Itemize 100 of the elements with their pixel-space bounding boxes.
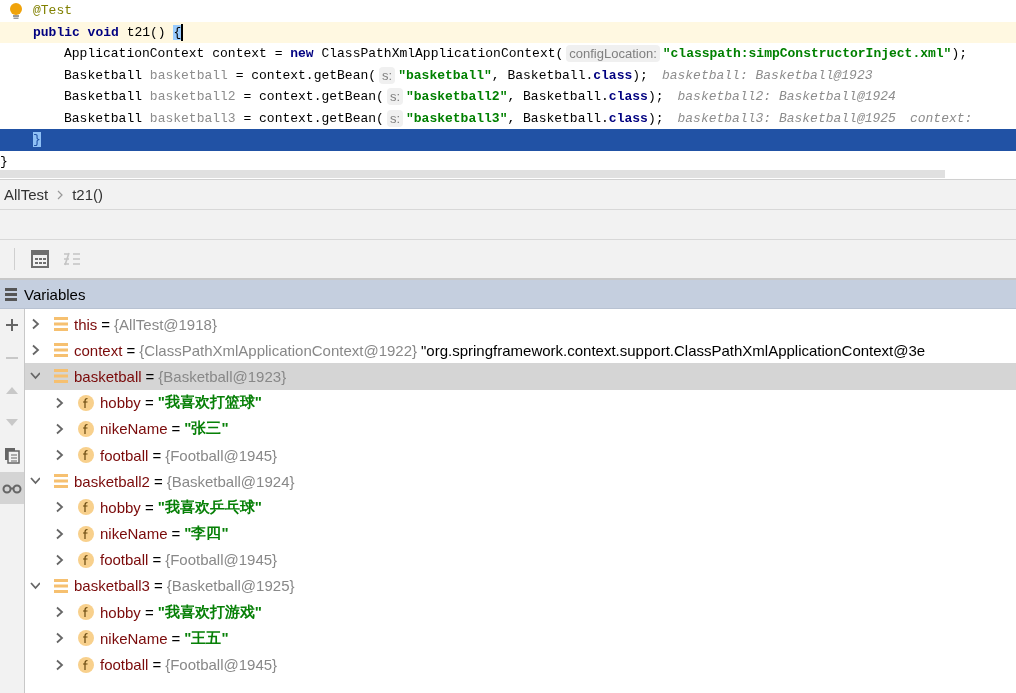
tree-row[interactable]: football = {Football@1945} [25, 441, 1016, 469]
tree-row[interactable]: hobby = "我喜欢打篮球" [25, 389, 1016, 416]
variable-icon [54, 342, 68, 359]
down-triangle-icon [5, 417, 19, 428]
tree-row[interactable]: hobby = "我喜欢打游戏" [25, 599, 1016, 626]
toolbar-button[interactable] [29, 248, 51, 270]
string-literal: "basketball3" [406, 110, 508, 126]
variable-name: this [74, 315, 98, 333]
object-value: {Football@1945} [165, 656, 278, 674]
field-icon [78, 551, 94, 568]
tree-row[interactable]: context = {ClassPathXmlApplicationContext@1922} "org.springframework.context.support.ClassPathXmlApplicationContext@3e [25, 337, 1016, 364]
object-value: {Basketball@1923} [158, 367, 287, 385]
side-tool-button[interactable] [0, 471, 24, 504]
collapsed-chevron-icon [54, 396, 64, 409]
code-text: ); [951, 46, 967, 62]
tree-row[interactable]: basketball3 = {Basketball@1925} [25, 572, 1016, 600]
equals-sign: = [171, 420, 181, 438]
object-value: {Football@1945} [165, 551, 278, 569]
calculator-icon [31, 250, 49, 268]
object-value: {Basketball@1924} [166, 472, 295, 490]
code-text: , Basketball. [507, 110, 609, 126]
variable-name: basketball2 [74, 472, 150, 490]
plus-icon [5, 318, 19, 333]
brace: } [33, 132, 41, 148]
collapsed-chevron-icon [54, 501, 64, 514]
equals-sign: = [153, 577, 163, 595]
string-literal: "basketball2" [406, 89, 508, 105]
object-value: {Basketball@1925} [166, 577, 295, 595]
variable-name: nikeName [100, 525, 168, 543]
tree-row[interactable]: football = {Football@1945} [25, 546, 1016, 573]
breadcrumb-item[interactable]: t21() [72, 186, 104, 203]
field-icon [78, 630, 94, 647]
parameter-hint: s: [386, 109, 403, 127]
collapsed-chevron-icon [54, 422, 64, 435]
equals-sign: = [144, 603, 154, 621]
field-icon [78, 604, 94, 621]
string-value: "李四" [184, 524, 229, 544]
equals-sign: = [144, 394, 154, 412]
field-icon [78, 447, 94, 464]
variable-name: hobby [100, 603, 141, 621]
variable-name: basketball3 [149, 110, 236, 126]
code-text: = context.getBean( [234, 67, 377, 83]
tree-row[interactable]: this = {AllTest@1918} [25, 311, 1016, 338]
variable-name: basketball3 [74, 577, 150, 595]
variable-name: nikeName [100, 420, 168, 438]
variable-name: basketball [74, 367, 142, 385]
field-icon [78, 394, 94, 411]
equals-sign: = [152, 446, 162, 464]
panel-title: Variables [24, 285, 86, 303]
selected-row[interactable]: basketball = {Basketball@1923} [25, 363, 1016, 390]
chevron-icon [56, 189, 65, 200]
parameter-hint: configLocation: [566, 45, 660, 63]
field-icon [78, 499, 94, 516]
object-value: {ClassPathXmlApplicationContext@1922} [139, 341, 418, 359]
keyword: class [608, 110, 648, 126]
tree-row[interactable]: basketball2 = {Basketball@1924} [25, 468, 1016, 495]
variable-name: hobby [100, 394, 141, 412]
variable-name: basketball [149, 67, 228, 83]
string-value: "王五" [184, 628, 229, 648]
code-text: Basketball [64, 67, 143, 83]
code-text: ClassPathXmlApplicationContext( [320, 46, 564, 62]
horizontal-scrollbar[interactable] [0, 170, 945, 178]
code-text: t21() [125, 24, 167, 40]
variable-name: football [100, 446, 149, 464]
field-icon [78, 525, 94, 542]
annotation: @Test [33, 3, 72, 19]
string-value: "我喜欢打游戏" [157, 602, 262, 622]
collapsed-chevron-icon [54, 632, 64, 645]
equals-sign: = [171, 629, 181, 647]
tree-row[interactable]: hobby = "我喜欢乒乓球" [25, 494, 1016, 521]
variable-name: nikeName [100, 629, 168, 647]
keyword: public void [33, 24, 119, 40]
equals-sign: = [145, 367, 155, 385]
code-text: = context.getBean( [242, 110, 384, 126]
keyword: new [290, 46, 314, 62]
code-text: Basketball [64, 89, 143, 105]
string-value: "张三" [184, 419, 229, 439]
tree-row[interactable]: nikeName = "王五" [25, 625, 1016, 652]
variable-icon [54, 577, 68, 594]
collapsed-chevron-icon [54, 449, 64, 462]
parameter-hint: s: [386, 88, 403, 106]
equals-sign: = [144, 498, 154, 516]
collapsed-chevron-icon [54, 527, 64, 540]
variable-name: football [100, 656, 149, 674]
list-icon [4, 287, 18, 301]
keyword: class [593, 67, 633, 83]
code-text: ApplicationContext context = [64, 46, 284, 62]
tree-row[interactable]: nikeName = "张三" [25, 415, 1016, 442]
tree-row[interactable]: nikeName = "李四" [25, 520, 1016, 547]
variable-icon [54, 316, 68, 333]
inline-hint: basketball3: Basketball@1925 [677, 110, 896, 126]
object-value: {Football@1945} [165, 446, 278, 464]
code-text: Basketball [64, 110, 143, 126]
string-literal: "classpath:simpConstructorInject.xml" [662, 46, 952, 62]
variable-name: context [74, 341, 123, 359]
field-icon [78, 656, 94, 673]
tree-row[interactable]: football = {Football@1945} [25, 651, 1016, 678]
string-literal: "basketball" [398, 67, 492, 83]
breadcrumb-item[interactable]: AllTest [4, 186, 49, 203]
code-text: , Basketball. [507, 89, 609, 105]
